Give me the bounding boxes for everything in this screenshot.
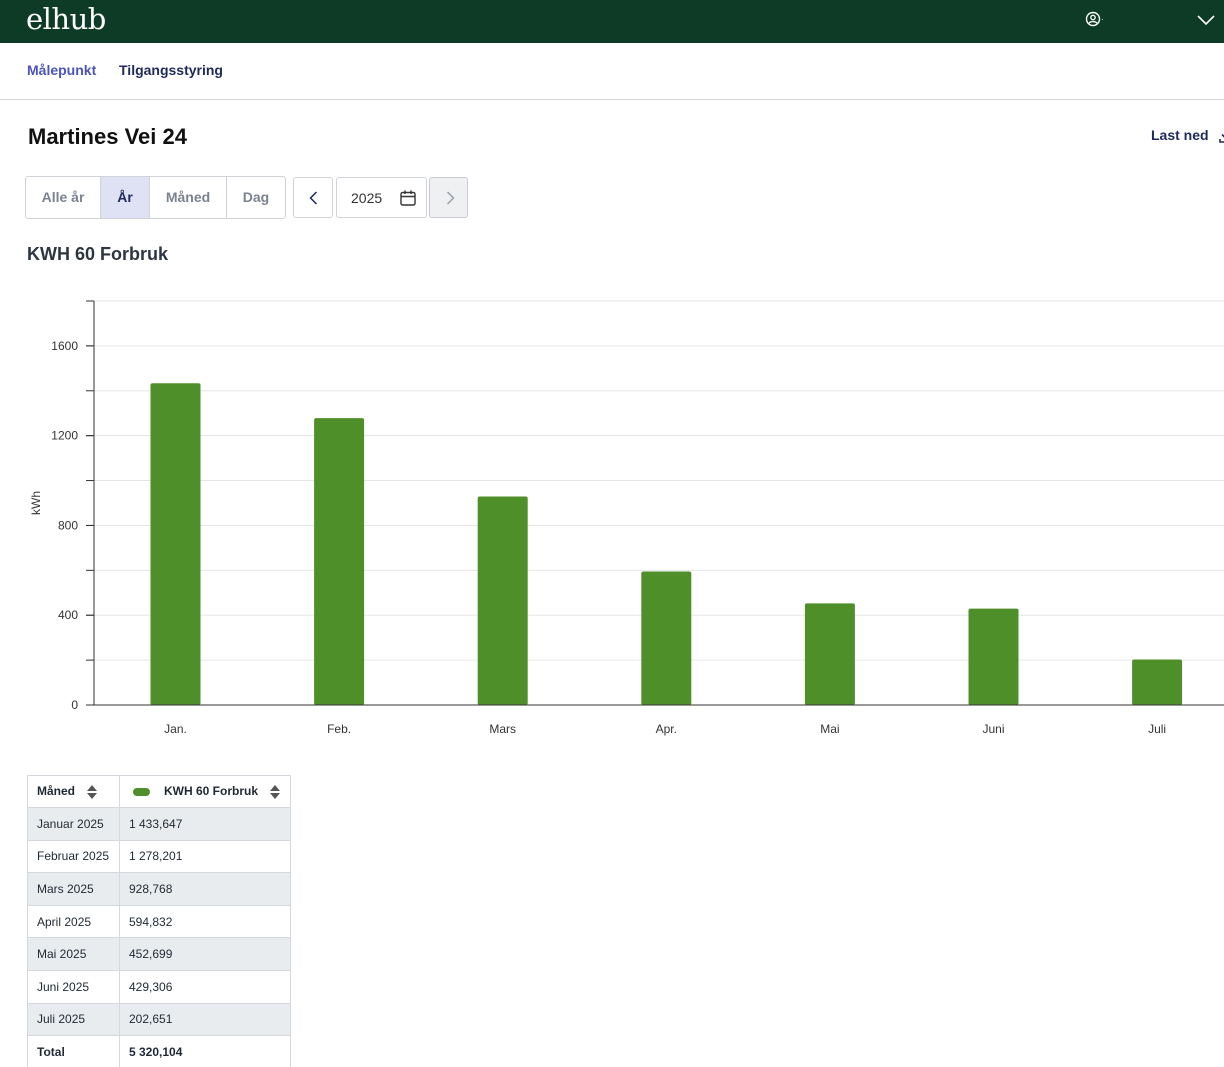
column-header-month-label: Måned bbox=[37, 783, 76, 798]
y-axis-label: kWh bbox=[29, 491, 43, 515]
x-tick-label: Mai bbox=[820, 722, 839, 736]
x-tick-label: Apr. bbox=[656, 722, 677, 736]
nav-item-tilgangsstyring[interactable]: Tilgangsstyring bbox=[119, 62, 223, 78]
y-tick-label: 0 bbox=[71, 698, 78, 712]
year-picker[interactable]: 2025 bbox=[336, 177, 427, 218]
chevron-left-icon bbox=[309, 191, 318, 205]
consumption-cell: 1 278,201 bbox=[118, 839, 292, 874]
bar-apr bbox=[641, 571, 692, 705]
consumption-bar-chart: 0 400 800 1200 1600 kWh Jan. Feb. Mars Apr. Mai Jun… bbox=[29, 300, 1224, 736]
period-tabs: Alle år År Måned Dag bbox=[25, 176, 286, 219]
month-cell: Juni 2025 bbox=[27, 969, 120, 1004]
bar-feb bbox=[314, 418, 365, 705]
month-cell: Mai 2025 bbox=[27, 937, 120, 971]
column-header-consumption[interactable]: KWH 60 Forbruk bbox=[118, 775, 292, 808]
elhub-logo[interactable]: elhub bbox=[26, 2, 106, 36]
x-tick-label: Jan. bbox=[164, 722, 187, 736]
user-account-icon[interactable]: · bbox=[1084, 10, 1106, 32]
month-cell: Januar 2025 bbox=[27, 807, 120, 841]
column-header-month[interactable]: Måned bbox=[27, 775, 120, 808]
x-tick-label: Mars bbox=[489, 722, 516, 736]
month-cell: Februar 2025 bbox=[27, 839, 120, 874]
bar-juni bbox=[968, 608, 1019, 705]
y-tick-label: 400 bbox=[58, 608, 78, 622]
tab-alle-ar[interactable]: Alle år bbox=[26, 177, 101, 218]
top-bar: elhub · bbox=[0, 0, 1224, 43]
previous-year-button[interactable] bbox=[293, 177, 333, 218]
consumption-cell: 429,306 bbox=[118, 969, 292, 1004]
total-label: Total bbox=[27, 1035, 120, 1067]
table-row: Mars 2025 928,768 bbox=[27, 872, 292, 906]
download-label: Last ned bbox=[1151, 127, 1209, 143]
total-row: Total 5 320,104 bbox=[27, 1035, 292, 1067]
month-cell: Mars 2025 bbox=[27, 872, 120, 906]
month-cell: Juli 2025 bbox=[27, 1002, 120, 1037]
x-tick-label: Juni bbox=[982, 722, 1004, 736]
sort-icon bbox=[270, 784, 281, 799]
column-header-consumption-label: KWH 60 Forbruk bbox=[164, 783, 259, 798]
y-tick-label: 1600 bbox=[51, 339, 78, 353]
chevron-down-icon[interactable] bbox=[1196, 10, 1216, 30]
table-row: Juni 2025 429,306 bbox=[27, 969, 292, 1004]
year-value: 2025 bbox=[351, 190, 383, 206]
consumption-cell: 452,699 bbox=[118, 937, 292, 971]
bar-juli bbox=[1132, 659, 1183, 705]
table-row: Januar 2025 1 433,647 bbox=[27, 807, 292, 841]
bar-mars bbox=[477, 496, 528, 705]
consumption-cell: 594,832 bbox=[118, 904, 292, 939]
tab-maned[interactable]: Måned bbox=[150, 177, 227, 218]
consumption-cell: 1 433,647 bbox=[118, 807, 292, 841]
main-nav: Målepunkt Tilgangsstyring bbox=[0, 43, 1224, 100]
page-title: Martines Vei 24 bbox=[28, 124, 187, 149]
table-row: Februar 2025 1 278,201 bbox=[27, 839, 292, 874]
sort-icon bbox=[87, 784, 98, 799]
chart-title: KWH 60 Forbruk bbox=[27, 244, 169, 264]
consumption-table: Måned KWH 60 Forbruk Januar 2025 1 433,64… bbox=[27, 775, 292, 1067]
table-row: Mai 2025 452,699 bbox=[27, 937, 292, 971]
bar-mai bbox=[804, 603, 855, 705]
legend-swatch bbox=[133, 787, 150, 796]
x-tick-label: Juli bbox=[1148, 722, 1166, 736]
user-label: · bbox=[1101, 15, 1104, 24]
next-year-button[interactable] bbox=[429, 177, 468, 218]
y-tick-label: 800 bbox=[58, 518, 78, 532]
consumption-cell: 202,651 bbox=[118, 1002, 292, 1037]
download-button[interactable]: Last ned bbox=[1151, 127, 1224, 144]
x-tick-label: Feb. bbox=[327, 722, 351, 736]
table-row: April 2025 594,832 bbox=[27, 904, 292, 939]
tab-ar[interactable]: År bbox=[101, 177, 150, 218]
y-tick-label: 1200 bbox=[51, 429, 78, 443]
tab-dag[interactable]: Dag bbox=[227, 177, 285, 218]
bar-jan bbox=[150, 383, 201, 705]
calendar-icon[interactable] bbox=[399, 189, 417, 207]
nav-item-malepunkt[interactable]: Målepunkt bbox=[27, 62, 96, 78]
table-body: Januar 2025 1 433,647 Februar 2025 1 278,20… bbox=[27, 807, 292, 1067]
table-row: Juli 2025 202,651 bbox=[27, 1002, 292, 1037]
month-cell: April 2025 bbox=[27, 904, 120, 939]
chevron-right-icon bbox=[446, 191, 455, 205]
consumption-cell: 928,768 bbox=[118, 872, 292, 906]
total-value: 5 320,104 bbox=[118, 1035, 292, 1067]
download-icon bbox=[1219, 134, 1224, 144]
